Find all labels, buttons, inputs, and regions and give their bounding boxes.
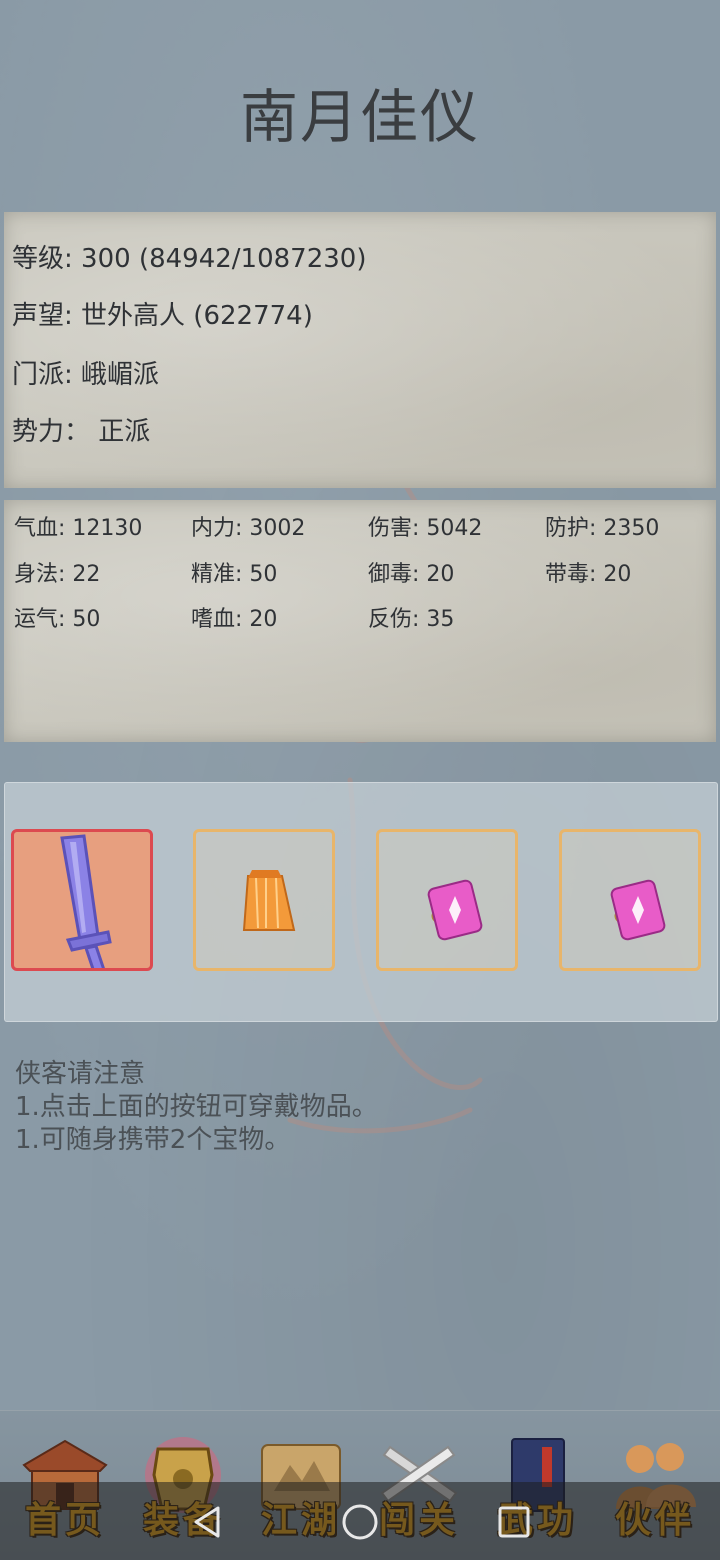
pink-gem-card-icon xyxy=(427,879,483,941)
faction-row: 势力： 正派 xyxy=(12,411,150,448)
stat-poison-resist: 御毒: 20 xyxy=(368,562,455,587)
notice-title: 侠客请注意 xyxy=(15,1059,146,1089)
character-stats-card: 气血: 12130 内力: 3002 伤害: 5042 防护: 2350 身法:… xyxy=(4,500,716,742)
equip-slot-armor[interactable] xyxy=(193,829,335,971)
sword-icon xyxy=(60,834,112,968)
stat-accuracy: 精准: 50 xyxy=(191,562,278,587)
equipment-panel xyxy=(4,782,718,1022)
level-value: 300 (84942/1087230) xyxy=(81,244,367,274)
stat-reflect: 反伤: 35 xyxy=(368,607,455,632)
notice-section: 侠客请注意 1.点击上面的按钮可穿戴物品。 1.可随身携带2个宝物。 xyxy=(15,1058,378,1157)
sect-value: 峨嵋派 xyxy=(81,360,160,390)
stat-hp: 气血: 12130 xyxy=(14,516,143,541)
home-circle-icon[interactable] xyxy=(340,1502,380,1542)
level-row: 等级: 300 (84942/1087230) xyxy=(12,238,366,275)
back-icon[interactable] xyxy=(188,1502,228,1542)
equip-slot-treasure-2[interactable] xyxy=(559,829,701,971)
system-navigation-bar xyxy=(0,1482,720,1560)
stat-luck: 运气: 50 xyxy=(14,607,101,632)
character-name-title: 南月佳仪 xyxy=(239,83,480,151)
character-info-card: 等级: 300 (84942/1087230) 声望: 世外高人 (622774… xyxy=(4,212,716,488)
equip-slot-weapon[interactable] xyxy=(11,829,153,971)
notice-line: 1.可随身携带2个宝物。 xyxy=(15,1125,291,1155)
reputation-label: 声望: xyxy=(12,301,73,331)
reputation-row: 声望: 世外高人 (622774) xyxy=(12,295,313,332)
stat-defense: 防护: 2350 xyxy=(545,516,660,541)
stat-bloodthirst: 嗜血: 20 xyxy=(191,607,278,632)
recents-square-icon[interactable] xyxy=(494,1502,534,1542)
sect-row: 门派: 峨嵋派 xyxy=(12,354,159,391)
reputation-value: 世外高人 (622774) xyxy=(81,301,313,331)
sect-label: 门派: xyxy=(12,360,73,390)
stat-poison: 带毒: 20 xyxy=(545,562,632,587)
orange-robe-icon xyxy=(242,870,296,931)
faction-value: 正派 xyxy=(98,417,151,447)
notice-line: 1.点击上面的按钮可穿戴物品。 xyxy=(15,1092,378,1122)
faction-label: 势力： xyxy=(12,417,91,447)
stat-damage: 伤害: 5042 xyxy=(368,516,483,541)
stat-agility: 身法: 22 xyxy=(14,562,101,587)
pink-gem-card-icon xyxy=(610,879,666,941)
level-label: 等级: xyxy=(12,244,73,274)
equip-slot-treasure-1[interactable] xyxy=(376,829,518,971)
stat-inner-power: 内力: 3002 xyxy=(191,516,306,541)
